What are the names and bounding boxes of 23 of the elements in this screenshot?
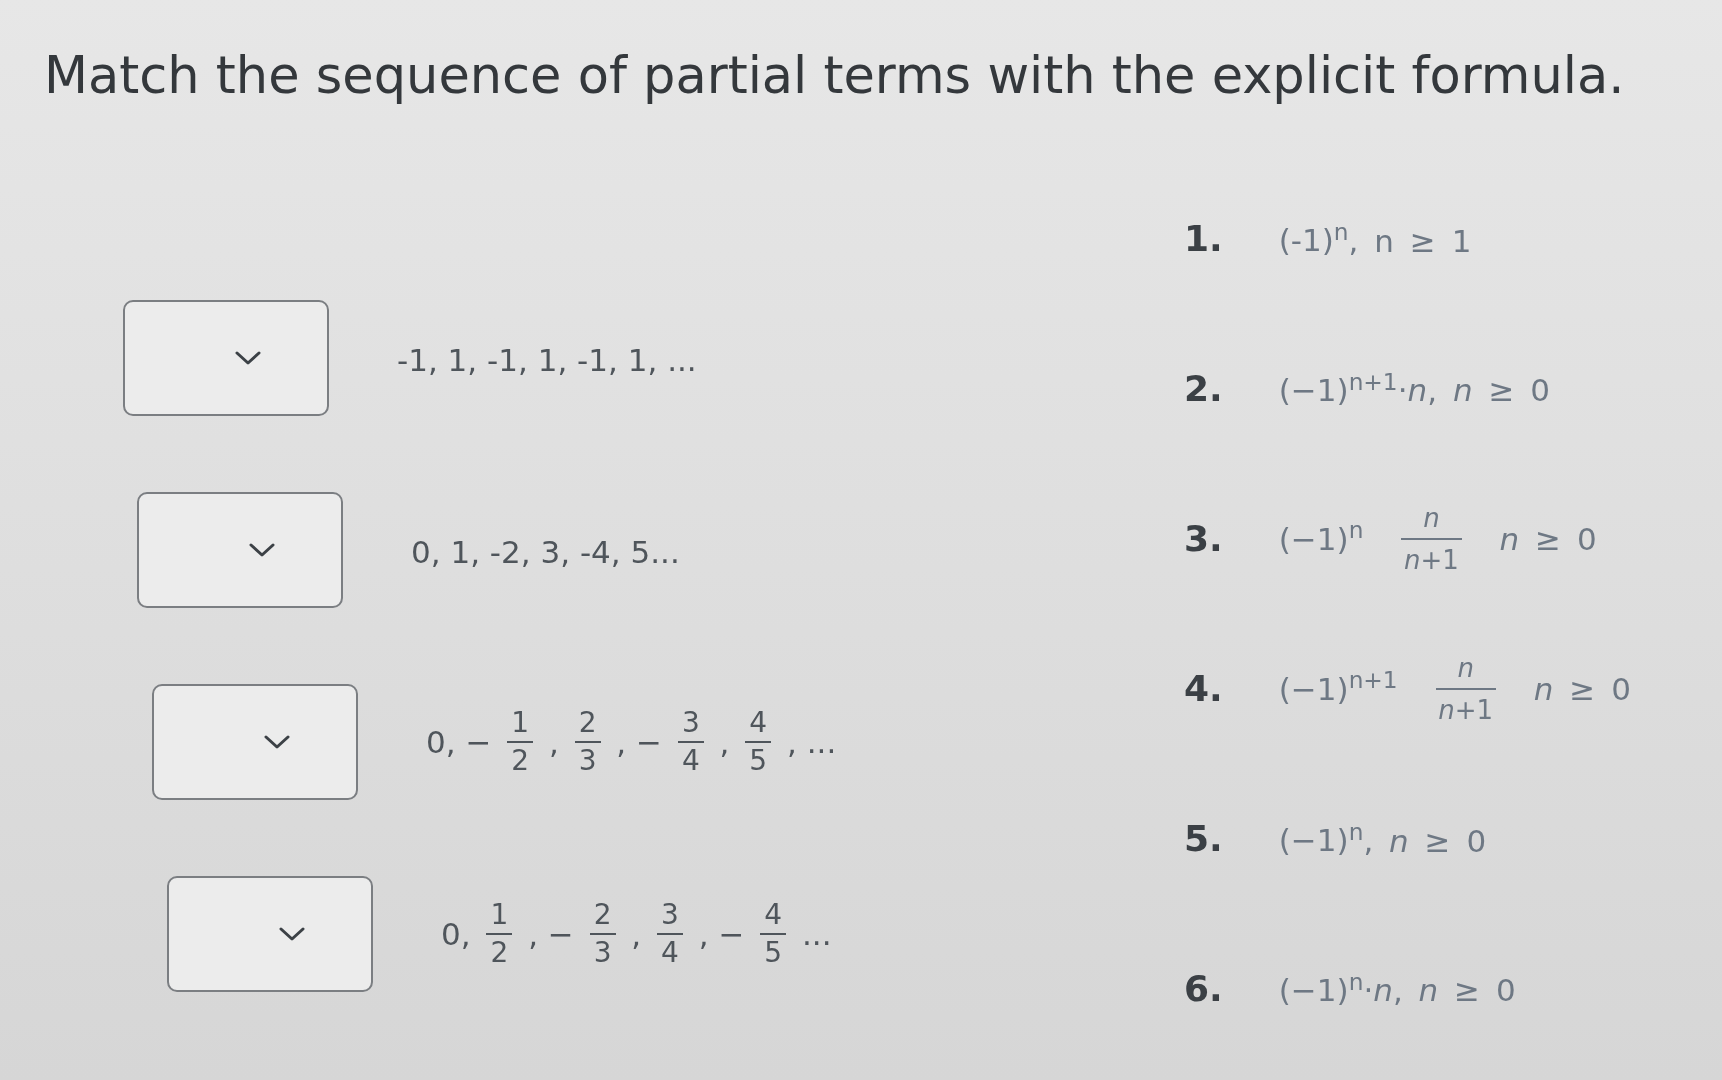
chevron-down-icon	[235, 351, 261, 365]
chevron-down-icon	[264, 735, 290, 749]
option-number: 1.	[1184, 217, 1223, 261]
dropdown[interactable]	[152, 684, 358, 800]
formula-expression: (−1)$^{n}$ n n+1 n ≥ 0	[1278, 498, 1597, 580]
question-title: Match the sequence of partial terms with the explicit formula.	[44, 45, 1625, 107]
dropdown[interactable]	[137, 492, 343, 608]
dropdown[interactable]	[167, 876, 373, 992]
chevron-down-icon	[249, 543, 275, 557]
formula-expression: (-1)$^{n}$, n ≥ 1	[1278, 217, 1472, 261]
option-number: 4.	[1184, 667, 1223, 711]
option-number: 3.	[1184, 517, 1223, 561]
formula-expression: (−1)$^{n}$·n, n ≥ 0	[1278, 967, 1516, 1011]
formula-expression: (−1)$^{n+1}$ n n+1 n ≥ 0	[1278, 648, 1631, 730]
sequence-expression: 0, 1, -2, 3, -4, 5...	[411, 532, 680, 572]
option-number: 6.	[1184, 967, 1223, 1011]
dropdown[interactable]	[123, 300, 329, 416]
formula-expression: (−1)$^{n}$, n ≥ 0	[1278, 817, 1487, 861]
sequence-expression: -1, 1, -1, 1, -1, 1, ...	[397, 340, 697, 380]
option-number: 5.	[1184, 817, 1223, 861]
chevron-down-icon	[279, 927, 305, 941]
formula-expression: (−1)$^{n+1}$·n, n ≥ 0	[1278, 367, 1550, 411]
option-number: 2.	[1184, 367, 1223, 411]
